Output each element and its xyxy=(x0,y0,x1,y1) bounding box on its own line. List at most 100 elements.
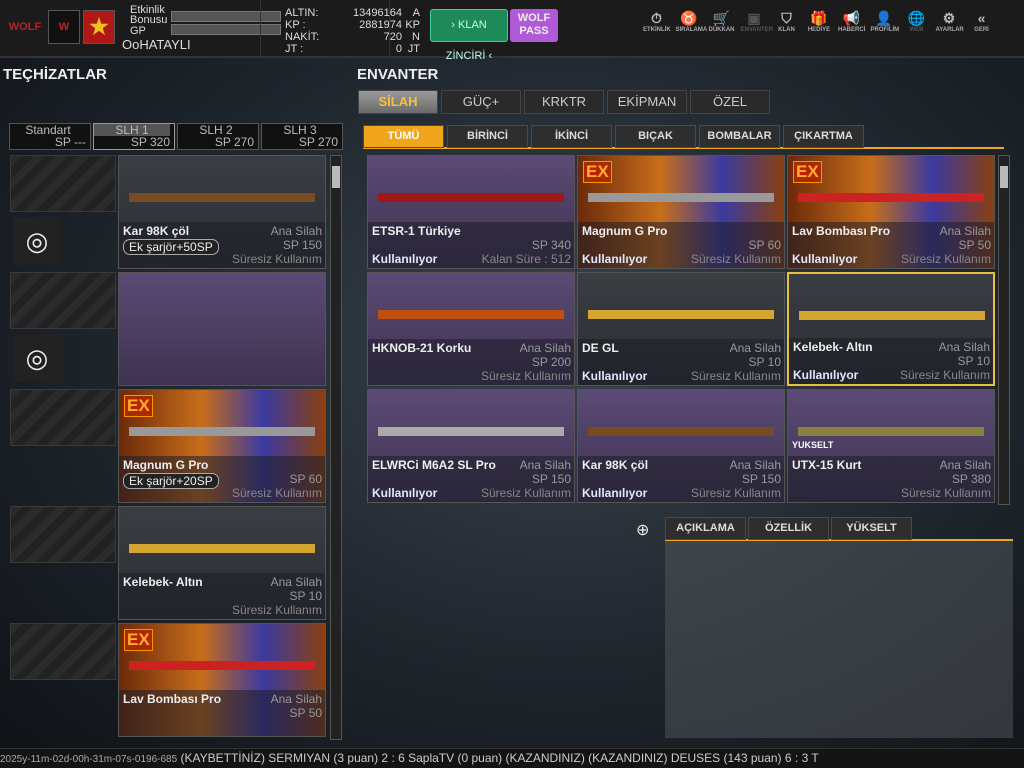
item-sp: SP 10 xyxy=(748,355,781,369)
wolf-pass-button[interactable]: WOLF PASS xyxy=(510,9,558,42)
ticker-timestamp: 2025y-11m-02d-00h-31m-07s-0196-685 xyxy=(0,754,178,765)
nav-haberci̇[interactable]: 📢 HABERCİ xyxy=(838,10,865,33)
item-card[interactable]: ETSR-1 Türkiye SP 340 Kalan Süre : 512 Kull… xyxy=(367,155,575,269)
subtab-3[interactable]: BIÇAK xyxy=(615,125,696,148)
empty-slot[interactable] xyxy=(10,389,116,446)
item-sp: SP 10 xyxy=(289,589,322,603)
left-scrollbar[interactable] xyxy=(330,155,342,740)
item-sp: SP 340 xyxy=(531,238,571,252)
nav-geri̇[interactable]: «GERİ xyxy=(968,10,995,33)
nav-label: WEB xyxy=(909,27,924,33)
extra-mag-badge: Ek şarjör+20SP xyxy=(123,473,219,489)
detail-tab-2[interactable]: YÜKSELT xyxy=(831,517,912,540)
weapon-image xyxy=(378,293,564,335)
slot-tab-1[interactable]: SLH 1 SP 320 xyxy=(93,123,175,150)
item-card[interactable]: Kar 98K çöl Ana Silah SP 150 Süresiz Kullan… xyxy=(577,389,785,503)
item-info: Kelebek- Altın Ana Silah SP 10 Süresiz Kull… xyxy=(789,338,993,384)
item-info: UTX-15 Kurt Ana Silah SP 380 Süresiz Kullan… xyxy=(788,456,994,502)
item-info: ELWRCi M6A2 SL Pro Ana Silah SP 150 Süresiz… xyxy=(368,456,574,502)
item-name: Kar 98K çöl xyxy=(123,224,190,238)
extra-mag-badge: Ek şarjör+50SP xyxy=(123,239,219,255)
detail-tab-0[interactable]: AÇIKLAMA xyxy=(665,517,746,540)
detail-tab-1[interactable]: ÖZELLİK xyxy=(748,517,829,540)
tab-2[interactable]: KRKTR xyxy=(524,90,604,114)
weapon-image xyxy=(588,410,774,452)
item-card[interactable]: EX Lav Bombası Pro Ana Silah SP 50 xyxy=(118,623,326,737)
tab-0[interactable]: SİLAH xyxy=(358,90,438,114)
empty-slot[interactable] xyxy=(10,155,116,212)
nav-profi̇li̇m[interactable]: 👤 PROFİLİM xyxy=(871,10,900,33)
slot-sp: SP 270 xyxy=(298,135,338,149)
weapon-image xyxy=(378,410,564,452)
currency-label: NAKİT: xyxy=(285,31,320,43)
nav-siralama[interactable]: ♉ SIRALAMA xyxy=(676,10,708,33)
techizatlar-title: TEÇHİZATLAR xyxy=(3,66,107,83)
nav-ayarlar[interactable]: ⚙ AYARLAR xyxy=(936,10,964,33)
item-duration: Süresiz Kullanım xyxy=(231,252,322,266)
item-name: Kelebek- Altın xyxy=(123,575,203,589)
item-card[interactable]: DE GL Ana Silah SP 10 Süresiz Kullanım Kulla… xyxy=(577,272,785,386)
inventory-scrollbar[interactable] xyxy=(998,155,1010,505)
item-card[interactable]: EX Magnum G Pro SP 60 Süresiz Kullanım Ek şa… xyxy=(118,389,326,503)
empty-slot[interactable] xyxy=(10,623,116,680)
tab-1[interactable]: GÜÇ+ xyxy=(441,90,521,114)
slot-sp: SP --- xyxy=(54,135,86,149)
reload-magazine-icon[interactable]: ◎ xyxy=(13,217,61,265)
tab-4[interactable]: ÖZEL xyxy=(690,90,770,114)
inventory-icon: ▣ xyxy=(747,10,761,26)
klan-zinciri-button[interactable]: › KLAN ZİNCİRİ ‹ xyxy=(430,9,508,62)
reload-magazine-icon[interactable]: ◎ xyxy=(13,334,61,382)
nav-dükkan[interactable]: 🛒 DÜKKAN xyxy=(708,10,735,33)
currency-value: 720 xyxy=(383,31,402,43)
item-card[interactable]: Kar 98K çöl Ana Silah SP 150 Süresiz Kullan… xyxy=(118,155,326,269)
item-card[interactable]: HKNOB-21 Korku Ana Silah SP 200 Süresiz Kul… xyxy=(367,272,575,386)
subtab-4[interactable]: BOMBALAR xyxy=(699,125,780,148)
item-duration: Süresiz Kullanım xyxy=(231,603,322,617)
weapon-image xyxy=(588,176,774,218)
subtab-1[interactable]: BİRİNCİ xyxy=(447,125,528,148)
profile-icon: 👤 xyxy=(875,10,893,26)
clan-emblem[interactable]: W xyxy=(48,10,80,44)
nav-klan[interactable]: ⛉ KLAN xyxy=(773,10,800,33)
item-sp: SP 150 xyxy=(531,472,571,486)
item-card[interactable]: Kelebek- Altın Ana Silah SP 10 Süresiz Kull… xyxy=(118,506,326,620)
item-type: Ana Silah xyxy=(938,340,990,354)
item-info: Kelebek- Altın Ana Silah SP 10 Süresiz Kull… xyxy=(119,573,325,619)
item-name: Lav Bombası Pro xyxy=(792,224,891,238)
ticker-text: (KAYBETTİNİZ) SERMIYAN (3 puan) 2 : 6 Sa… xyxy=(180,751,819,765)
subtab-2[interactable]: İKİNCİ xyxy=(531,125,612,148)
shield-icon: ⛉ xyxy=(781,10,792,26)
item-in-use: Kullanılıyor xyxy=(582,369,648,383)
item-card[interactable] xyxy=(118,272,326,386)
currency-value: 0 xyxy=(395,43,402,55)
item-name: Kar 98K çöl xyxy=(582,458,649,472)
gear-icon: ⚙ xyxy=(942,10,956,26)
nav-hedi̇ye[interactable]: 🎁 HEDİYE xyxy=(806,10,833,33)
item-sp: SP 150 xyxy=(282,238,322,252)
item-type: Ana Silah xyxy=(519,458,571,472)
item-card[interactable]: ELWRCi M6A2 SL Pro Ana Silah SP 150 Süresiz… xyxy=(367,389,575,503)
item-card[interactable]: EX Lav Bombası Pro Ana Silah SP 50 Süresiz K… xyxy=(787,155,995,269)
empty-slot[interactable] xyxy=(10,272,116,329)
nav-etki̇nli̇k[interactable]: ⏱ ETKİNLİK xyxy=(643,10,671,33)
item-duration: Süresiz Kullanım xyxy=(900,486,991,500)
tab-3[interactable]: EKİPMAN xyxy=(607,90,687,114)
item-duration: Kalan Süre : 512 xyxy=(481,252,571,266)
empty-slot[interactable] xyxy=(10,506,116,563)
subtab-0[interactable]: TÜMÜ xyxy=(363,125,444,148)
slot-tab-2[interactable]: SLH 2 SP 270 xyxy=(177,123,259,150)
nav-web[interactable]: 🌐 WEB xyxy=(903,10,930,33)
item-card[interactable]: UTX-15 Kurt Ana Silah SP 380 Süresiz Kullan… xyxy=(787,389,995,503)
currency-label: ALTIN: xyxy=(285,7,319,19)
subtab-5[interactable]: ÇIKARTMA xyxy=(783,125,864,148)
nav-envanter[interactable]: ▣ ENVANTER xyxy=(741,10,774,33)
slot-tab-3[interactable]: SLH 3 SP 270 xyxy=(261,123,343,150)
item-card[interactable]: Kelebek- Altın Ana Silah SP 10 Süresiz Kull… xyxy=(787,272,995,386)
nav-label: HABERCİ xyxy=(838,27,866,33)
item-info: Kar 98K çöl Ana Silah SP 150 Süresiz Kullan… xyxy=(119,222,325,268)
item-in-use: Kullanılıyor xyxy=(793,368,859,382)
slot-tab-0[interactable]: Standart SP --- xyxy=(9,123,91,150)
zoom-icon[interactable]: ⊕ xyxy=(636,520,649,540)
megaphone-icon: 📢 xyxy=(842,10,861,26)
item-card[interactable]: EX Magnum G Pro SP 60 Süresiz Kullanım Kulla… xyxy=(577,155,785,269)
